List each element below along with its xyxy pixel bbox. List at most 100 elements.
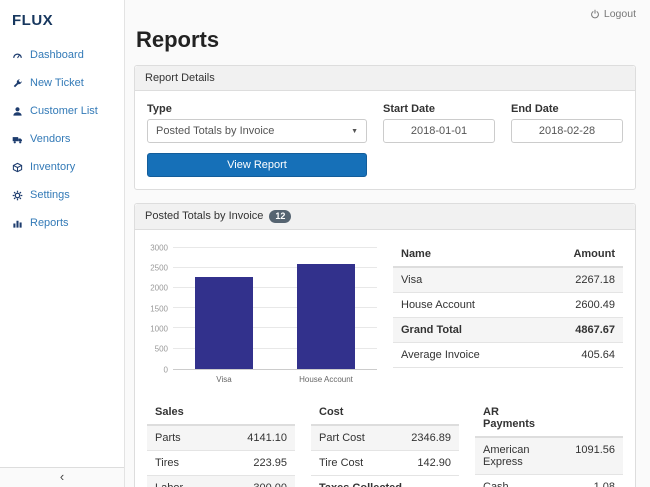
row-label: Tires xyxy=(155,457,253,469)
sidebar-item-customer-list[interactable]: Customer List xyxy=(0,97,124,125)
y-tick-label: 500 xyxy=(155,345,168,354)
type-label: Type xyxy=(147,103,367,115)
sidebar-item-inventory[interactable]: Inventory xyxy=(0,153,124,181)
table-row: American Express 1091.56 xyxy=(475,438,623,475)
bar-chart: 050010001500200025003000 VisaHouse Accou… xyxy=(147,242,377,384)
inventory-icon xyxy=(12,162,23,173)
table-row: Part Cost 2346.89 xyxy=(311,426,459,451)
row-label: Tire Cost xyxy=(319,457,417,469)
ar-payments-table: AR Payments American Express 1091.56 Cas… xyxy=(475,400,623,487)
table-title: AR Payments xyxy=(483,406,547,430)
y-tick-label: 2000 xyxy=(150,284,168,293)
start-date-input[interactable] xyxy=(383,119,495,143)
power-icon xyxy=(590,9,600,19)
y-tick-label: 0 xyxy=(164,365,168,374)
sidebar-item-settings[interactable]: Settings xyxy=(0,181,124,209)
sidebar-item-label: New Ticket xyxy=(30,77,84,89)
results-panel-heading: Posted Totals by Invoice 12 xyxy=(135,204,635,230)
sidebar-item-label: Customer List xyxy=(30,105,98,117)
table-row: Tire Cost 142.90 xyxy=(311,451,459,476)
report-details-panel-body: Type Posted Totals by Invoice ▼ View Rep… xyxy=(135,91,635,189)
end-date-label: End Date xyxy=(511,103,623,115)
table-row: Labor 300.00 xyxy=(147,476,295,487)
panel-title: Posted Totals by Invoice xyxy=(145,210,263,222)
reports-icon xyxy=(12,218,23,229)
sidebar-item-dashboard[interactable]: Dashboard xyxy=(0,41,124,69)
dashboard-icon xyxy=(12,50,23,61)
y-tick-label: 2500 xyxy=(150,264,168,273)
row-value: 142.90 xyxy=(417,457,451,469)
row-value: 223.95 xyxy=(253,457,287,469)
sidebar-item-label: Vendors xyxy=(30,133,70,145)
chart-plot xyxy=(173,248,377,370)
view-report-button[interactable]: View Report xyxy=(147,153,367,177)
sidebar-item-label: Settings xyxy=(30,189,70,201)
table-header-row: Cost xyxy=(311,400,459,426)
table-subheader-row: Taxes Collected xyxy=(311,476,459,487)
sidebar-item-label: Reports xyxy=(30,217,69,229)
logout-button[interactable]: Logout xyxy=(590,8,636,20)
table-row: House Account 2600.49 xyxy=(393,293,623,318)
row-value: 405.64 xyxy=(581,349,615,361)
table-subtitle: Taxes Collected xyxy=(319,482,451,487)
settings-icon xyxy=(12,190,23,201)
row-label: House Account xyxy=(401,299,575,311)
table-header-row: Name Amount xyxy=(393,242,623,268)
bar-house-account xyxy=(297,264,355,369)
sidebar: FLUX Dashboard New Ticket Customer List … xyxy=(0,0,125,487)
sidebar-item-label: Dashboard xyxy=(30,49,84,61)
new-ticket-icon xyxy=(12,78,23,89)
row-label: American Express xyxy=(483,444,547,468)
row-label: Visa xyxy=(401,274,575,286)
table-row: Tires 223.95 xyxy=(147,451,295,476)
report-details-panel-heading: Report Details xyxy=(135,66,635,91)
invoice-count-badge: 12 xyxy=(269,210,291,223)
sidebar-item-vendors[interactable]: Vendors xyxy=(0,125,124,153)
panel-title: Report Details xyxy=(145,72,215,84)
table-title: Sales xyxy=(155,406,287,418)
table-header-row: AR Payments xyxy=(475,400,623,438)
sidebar-item-new-ticket[interactable]: New Ticket xyxy=(0,69,124,97)
table-row: Parts 4141.10 xyxy=(147,426,295,451)
table-header-row: Sales xyxy=(147,400,295,426)
sidebar-item-reports[interactable]: Reports xyxy=(0,209,124,237)
brand-logo: FLUX xyxy=(0,0,124,41)
chart-y-axis: 050010001500200025003000 xyxy=(147,248,173,370)
chart-x-labels: VisaHouse Account xyxy=(173,370,377,384)
results-panel-body: 050010001500200025003000 VisaHouse Accou… xyxy=(135,230,635,487)
cost-table: Cost Part Cost 2346.89 Tire Cost 142.90 … xyxy=(311,400,459,487)
row-label: Average Invoice xyxy=(401,349,581,361)
header-amount: Amount xyxy=(573,248,615,260)
report-type-select[interactable]: Posted Totals by Invoice ▼ xyxy=(147,119,367,143)
bar-slot xyxy=(275,248,377,369)
row-value: 2600.49 xyxy=(575,299,615,311)
row-label: Cash xyxy=(483,481,547,487)
x-tick-label: Visa xyxy=(173,370,275,384)
sidebar-collapse-button[interactable]: ‹ xyxy=(0,467,124,487)
row-label: Grand Total xyxy=(401,324,575,336)
row-value: 1091.56 xyxy=(575,444,615,456)
bar-visa xyxy=(195,277,253,368)
topbar: Logout xyxy=(134,0,636,20)
end-date-input[interactable] xyxy=(511,119,623,143)
row-label: Parts xyxy=(155,432,247,444)
row-value: 300.00 xyxy=(253,482,287,487)
page-title: Reports xyxy=(134,27,636,53)
table-row: Average Invoice 405.64 xyxy=(393,343,623,368)
table-title: Cost xyxy=(319,406,451,418)
row-label: Labor xyxy=(155,482,253,487)
row-label: Part Cost xyxy=(319,432,411,444)
report-type-selected-value: Posted Totals by Invoice xyxy=(156,125,274,137)
logout-label: Logout xyxy=(604,8,636,20)
table-row: Cash 1.08 xyxy=(475,475,623,487)
y-tick-label: 1500 xyxy=(150,304,168,313)
chevron-down-icon: ▼ xyxy=(351,128,358,135)
start-date-label: Start Date xyxy=(383,103,495,115)
summary-table: Name Amount Visa 2267.18 House Account 2… xyxy=(393,242,623,384)
sidebar-item-label: Inventory xyxy=(30,161,75,173)
x-tick-label: House Account xyxy=(275,370,377,384)
report-details-panel: Report Details Type Posted Totals by Inv… xyxy=(134,65,636,190)
row-value: 1.08 xyxy=(594,481,615,487)
table-row: Visa 2267.18 xyxy=(393,268,623,293)
sales-table: Sales Parts 4141.10 Tires 223.95 Labor 3… xyxy=(147,400,295,487)
